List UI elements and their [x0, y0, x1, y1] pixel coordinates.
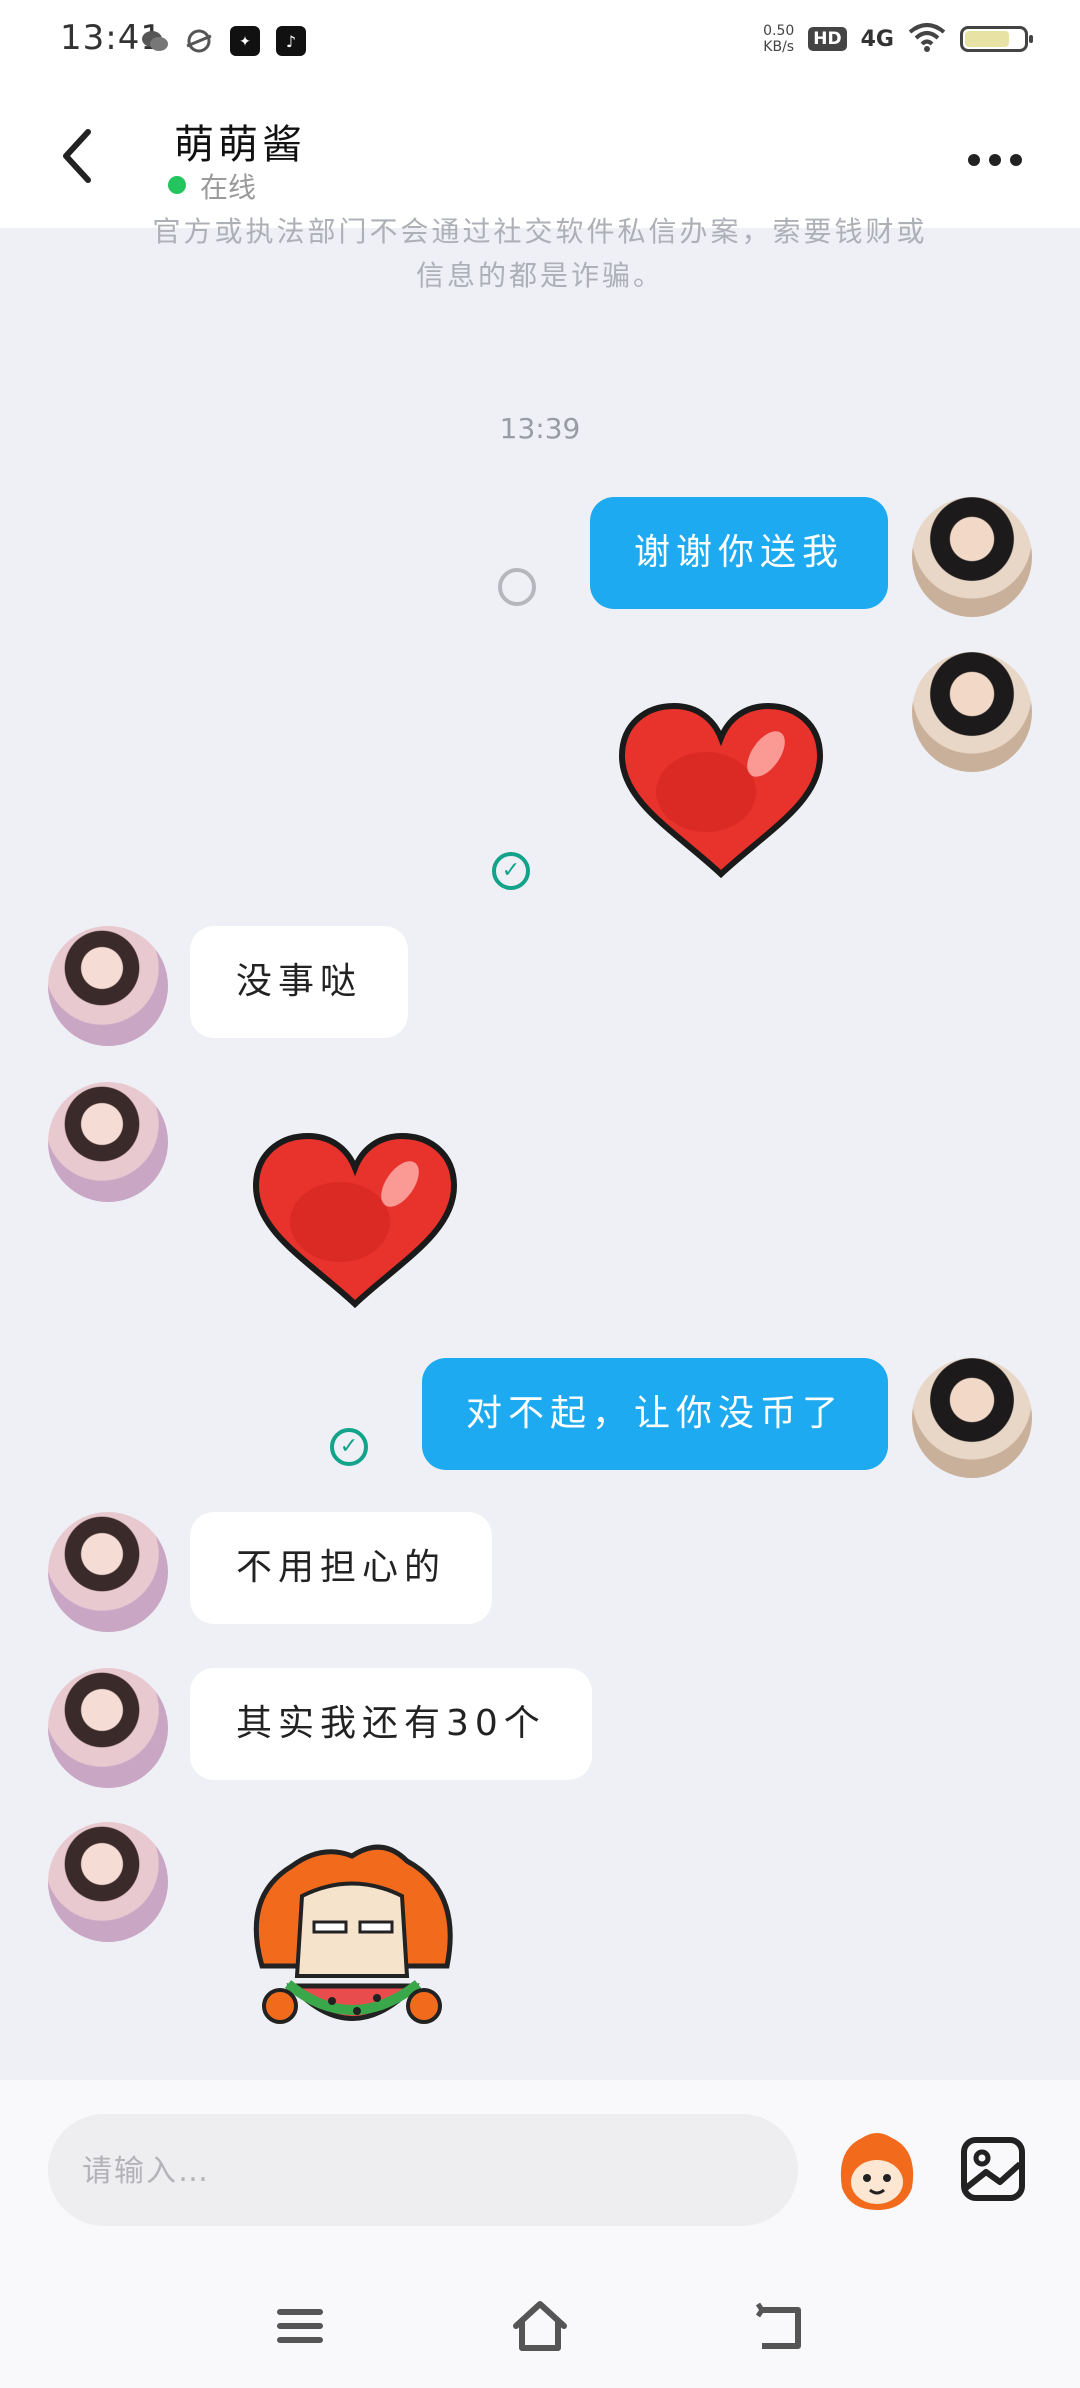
my-avatar[interactable] — [912, 497, 1032, 617]
message-bubble-outgoing[interactable]: 对不起，让你没币了 — [421, 1358, 888, 1470]
chat-header: 萌萌酱 在线 — [0, 84, 1080, 228]
message-bubble-outgoing[interactable]: 谢谢你送我 — [589, 497, 888, 609]
contact-avatar[interactable] — [48, 1512, 168, 1632]
tiktok-icon: ♪ — [276, 26, 306, 56]
network-speed: 0.50 KB/s — [763, 23, 795, 55]
contact-avatar[interactable] — [48, 926, 168, 1046]
planet-app-icon — [184, 26, 214, 56]
signal-4g: 4G — [860, 26, 894, 52]
back-icon[interactable] — [750, 2296, 810, 2356]
hd-badge: HD — [808, 27, 847, 51]
battery-icon — [960, 26, 1033, 52]
time-separator: 13:39 — [499, 412, 581, 445]
more-dots-icon — [968, 154, 1022, 166]
message-bubble-incoming[interactable]: 不用担心的 — [190, 1512, 493, 1624]
message-input[interactable]: 请输入… — [48, 2114, 798, 2226]
chevron-left-icon — [63, 129, 91, 183]
more-options-button[interactable] — [966, 132, 1024, 178]
mascot-emoji-icon[interactable] — [832, 2128, 922, 2214]
contact-avatar[interactable] — [48, 1822, 168, 1942]
online-status: 在线 — [200, 171, 257, 204]
wifi-icon — [908, 22, 946, 56]
online-indicator — [168, 176, 186, 194]
menu-icon[interactable] — [270, 2296, 330, 2356]
watermelon-mascot-sticker[interactable] — [232, 1836, 472, 2056]
battery-level — [965, 31, 1009, 47]
status-bar: 13:41 ✦ ♪ 0.50 KB/s HD 4G — [0, 0, 1080, 84]
safety-notice: 官方或执法部门不会通过社交软件私信办案，索要钱财或 信息的都是诈骗。 — [152, 215, 928, 292]
message-bubble-incoming[interactable]: 没事哒 — [190, 926, 409, 1038]
message-input-placeholder: 请输入… — [82, 2154, 210, 2189]
heart-sticker[interactable] — [616, 702, 826, 882]
read-check-icon: ✓ — [330, 1428, 368, 1466]
read-check-icon: ✓ — [492, 852, 530, 890]
message-bubble-incoming[interactable]: 其实我还有30个 — [190, 1668, 592, 1780]
my-avatar[interactable] — [912, 652, 1032, 772]
system-nav-bar — [0, 2286, 1080, 2366]
home-icon[interactable] — [510, 2296, 570, 2356]
heart-sticker[interactable] — [250, 1132, 460, 1312]
message-pending-icon — [498, 568, 536, 606]
status-right-group: 0.50 KB/s HD 4G — [763, 22, 1033, 56]
svg-text:✦: ✦ — [239, 34, 251, 50]
my-avatar[interactable] — [912, 1358, 1032, 1478]
contact-avatar[interactable] — [48, 1668, 168, 1788]
back-button[interactable] — [58, 126, 98, 197]
svg-text:♪: ♪ — [286, 32, 296, 51]
wechat-icon — [140, 26, 170, 56]
contact-avatar[interactable] — [48, 1082, 168, 1202]
star-app-icon: ✦ — [230, 26, 260, 56]
contact-name[interactable]: 萌萌酱 — [174, 112, 306, 170]
image-icon[interactable] — [960, 2136, 1026, 2202]
